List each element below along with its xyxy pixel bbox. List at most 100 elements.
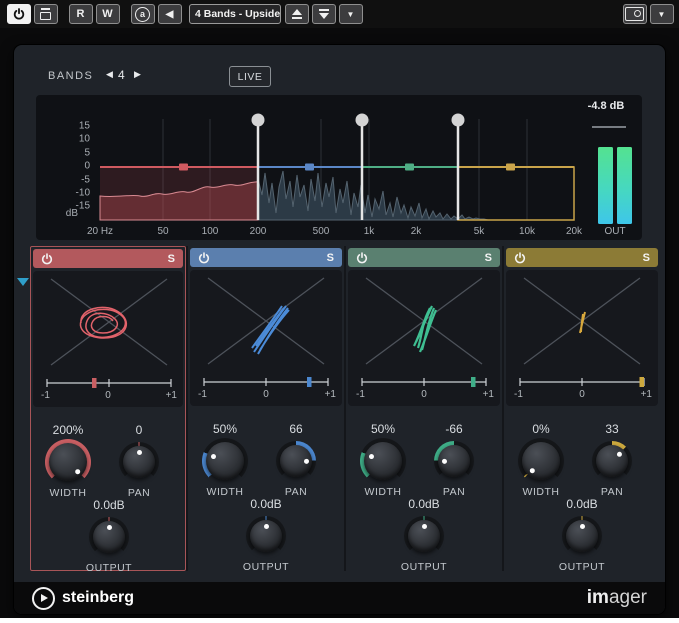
freq-tick: 2k (411, 226, 422, 237)
db-tick: 15 (56, 121, 90, 132)
power-icon (198, 252, 210, 264)
power-icon (41, 253, 53, 265)
spectrum-curve (258, 171, 488, 220)
band-3-pan-knob[interactable] (434, 441, 474, 481)
spectrum-graph (36, 95, 642, 240)
band-1-panel: S (30, 246, 186, 571)
read-automation-button[interactable]: R (69, 4, 93, 24)
switch-ab-button[interactable]: ◀ (158, 4, 182, 24)
db-tick: 10 (56, 134, 90, 145)
pan-value: 0 (136, 423, 143, 439)
window-menu-button[interactable]: ▼ (650, 4, 674, 24)
circled-a-icon: a (135, 7, 150, 22)
eject-down-icon (319, 9, 329, 19)
band-power-button[interactable] (356, 252, 368, 264)
width-value: 50% (213, 422, 237, 438)
band-panels: S (30, 246, 660, 571)
pan-position-marker (92, 378, 97, 388)
freq-tick: 100 (202, 226, 219, 237)
collapse-arrow[interactable] (17, 278, 29, 286)
decrease-bands-button[interactable]: ◀ (106, 69, 113, 80)
plugin-footer: steinberg imager (14, 582, 665, 614)
band-4-pan-knob[interactable] (592, 441, 632, 481)
band-2-vectorscope: -1 0 +1 (190, 270, 342, 406)
next-preset-button[interactable] (312, 4, 336, 24)
stereo-trace (414, 306, 436, 352)
band-count-value: 4 (118, 68, 125, 82)
bypass-button[interactable] (34, 4, 58, 24)
scale-center: 0 (579, 389, 585, 400)
preset-menu-button[interactable]: ▼ (339, 4, 363, 24)
scale-center: 0 (421, 389, 427, 400)
pan-meter (520, 377, 644, 387)
brand-name: steinberg (62, 589, 134, 607)
band-3-output-knob[interactable] (404, 516, 444, 556)
output-value: 0.0dB (93, 498, 124, 514)
pan-position-marker (471, 377, 476, 387)
freq-tick: 50 (157, 226, 168, 237)
previous-preset-button[interactable] (285, 4, 309, 24)
pan-meter (362, 377, 486, 387)
output-level-value: -4.8 dB (574, 100, 638, 112)
band-solo-button[interactable]: S (168, 253, 175, 265)
band-power-button[interactable] (514, 252, 526, 264)
output-meter-label: OUT (583, 226, 647, 237)
plugin-power-button[interactable] (7, 4, 31, 24)
db-tick: 0 (56, 161, 90, 172)
scale-right: +1 (483, 389, 494, 400)
left-arrow-icon: ◀ (166, 9, 174, 20)
bands-label: BANDS (48, 70, 93, 82)
freq-tick: 200 (250, 226, 267, 237)
band-3-vectorscope: -1 0 +1 (348, 270, 500, 406)
snapshot-button[interactable] (623, 4, 647, 24)
band-2-gain-handle[interactable] (305, 164, 314, 171)
output-value: 0.0dB (408, 497, 439, 513)
scale-center: 0 (263, 389, 269, 400)
band-2-output-knob[interactable] (246, 516, 286, 556)
pan-value: -66 (445, 422, 462, 438)
stereo-trace (252, 306, 289, 354)
output-label: OUTPUT (401, 561, 447, 573)
width-value: 0% (532, 422, 549, 438)
db-tick: 5 (56, 148, 90, 159)
chevron-down-icon: ▼ (658, 10, 666, 19)
band-1-width-knob[interactable] (45, 439, 91, 485)
band-3-header: S (348, 248, 500, 267)
band-4-gain-handle[interactable] (506, 164, 515, 171)
freq-tick: 5k (474, 226, 485, 237)
power-icon (356, 252, 368, 264)
pan-value: 66 (289, 422, 302, 438)
output-label: OUTPUT (559, 561, 605, 573)
scale-right: +1 (325, 389, 336, 400)
band-2-pan-knob[interactable] (276, 441, 316, 481)
band-1-output-knob[interactable] (89, 517, 129, 557)
band-2-width-knob[interactable] (202, 438, 248, 484)
automation-a-button[interactable]: a (131, 4, 155, 24)
band-4-width-knob[interactable] (518, 438, 564, 484)
band-power-button[interactable] (41, 253, 53, 265)
band-1-pan-knob[interactable] (119, 442, 159, 482)
eject-up-icon (292, 9, 302, 19)
live-mode-button[interactable]: LIVE (229, 66, 271, 87)
band-1-vectorscope: -1 0 +1 (33, 271, 183, 407)
band-solo-button[interactable]: S (485, 252, 492, 264)
band-3-panel: S (346, 246, 502, 571)
scale-right: +1 (166, 390, 177, 401)
write-automation-button[interactable]: W (96, 4, 120, 24)
band-3-width-knob[interactable] (360, 438, 406, 484)
band-solo-button[interactable]: S (643, 252, 650, 264)
imager-plugin: BANDS ◀ 4 ▶ LIVE (14, 45, 665, 614)
spectrum-display[interactable]: 15 10 5 0 -5 -10 -15 dB 20 Hz 50 100 200… (36, 95, 642, 240)
scale-center: 0 (105, 390, 111, 401)
band-solo-button[interactable]: S (327, 252, 334, 264)
band-3-gain-handle[interactable] (405, 164, 414, 171)
band-1-gain-handle[interactable] (179, 164, 188, 171)
pan-meter (47, 378, 171, 388)
increase-bands-button[interactable]: ▶ (134, 69, 141, 80)
freq-tick: 10k (519, 226, 535, 237)
freq-tick: 20 Hz (87, 226, 113, 237)
band-power-button[interactable] (198, 252, 210, 264)
host-toolbar: R W a ◀ 4 Bands - Upside D ▼ ▼ (0, 0, 679, 28)
band-4-output-knob[interactable] (562, 516, 602, 556)
preset-selector[interactable]: 4 Bands - Upside D (189, 4, 281, 24)
